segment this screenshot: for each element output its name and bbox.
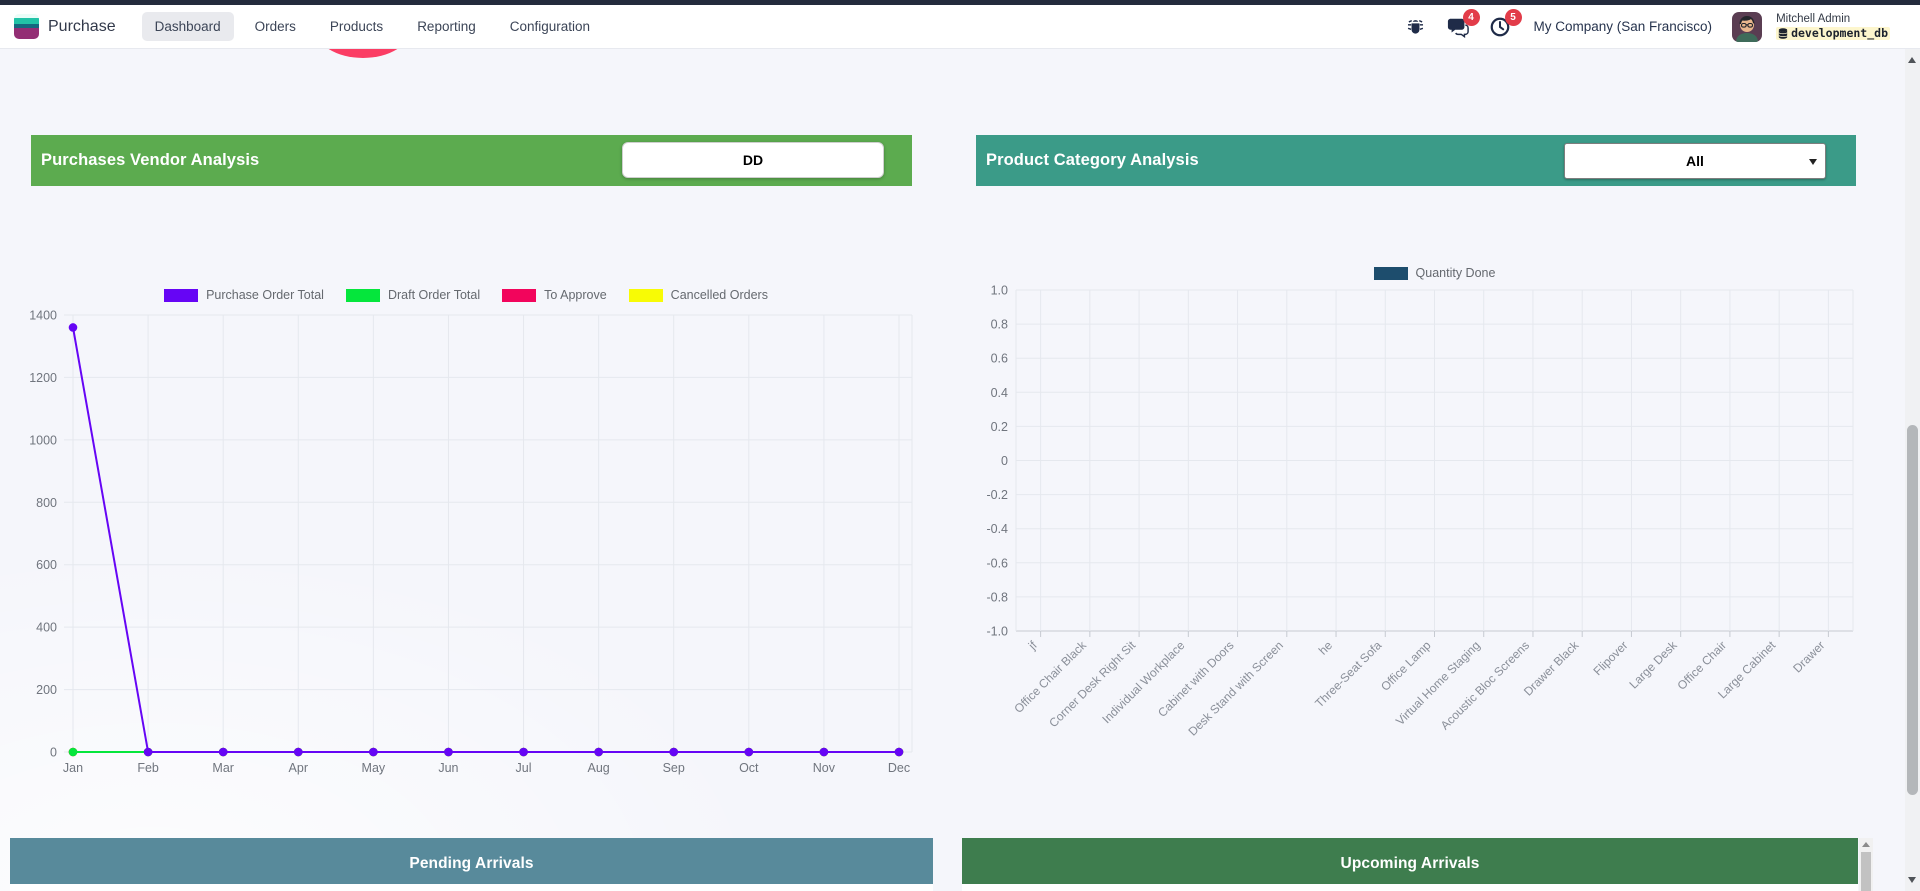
svg-text:Jun: Jun [438,761,458,775]
company-switcher[interactable]: My Company (San Francisco) [1534,19,1713,34]
purchase-app-icon[interactable] [14,14,39,39]
svg-text:800: 800 [36,496,57,510]
vendor-analysis-title: Purchases Vendor Analysis [41,151,259,170]
category-filter-select[interactable]: All [1564,143,1826,179]
svg-text:200: 200 [36,683,57,697]
menu-dashboard[interactable]: Dashboard [142,12,234,41]
svg-text:Desk Stand with Screen: Desk Stand with Screen [1185,638,1285,738]
scrollbar-thumb[interactable] [1907,425,1918,795]
upcoming-arrivals-scrollbar[interactable] [1859,838,1873,891]
svg-text:Corner Desk Right Sit: Corner Desk Right Sit [1046,638,1138,730]
category-analysis-title: Product Category Analysis [986,151,1199,170]
svg-text:Acoustic Bloc Screens: Acoustic Bloc Screens [1438,638,1532,732]
menu-reporting[interactable]: Reporting [404,12,489,41]
activities-clock-icon[interactable]: 5 [1486,13,1514,41]
svg-text:0.4: 0.4 [991,386,1008,400]
pending-arrivals-header: Pending Arrivals [10,838,933,889]
pending-arrivals-title: Pending Arrivals [20,855,923,873]
category-analysis-header: Product Category Analysis All [976,135,1856,186]
category-filter-value: All [1686,153,1704,169]
category-analysis-chart[interactable]: 1.00.80.60.40.20-0.2-0.4-0.6-0.8-1.0jfOf… [960,260,1880,770]
svg-text:Apr: Apr [289,761,308,775]
svg-text:Jul: Jul [516,761,532,775]
svg-text:1200: 1200 [29,371,57,385]
svg-text:Dec: Dec [888,761,910,775]
vendor-analysis-header: Purchases Vendor Analysis DD [31,135,912,186]
svg-text:-0.6: -0.6 [986,556,1008,570]
scrollbar-thumb[interactable] [1861,852,1871,891]
svg-text:Flipover: Flipover [1590,638,1630,678]
svg-text:0.8: 0.8 [991,318,1008,332]
avatar[interactable] [1732,12,1762,42]
messages-icon[interactable]: 4 [1444,13,1472,41]
svg-text:1.0: 1.0 [991,284,1008,298]
svg-text:-1.0: -1.0 [986,625,1008,639]
svg-text:Individual Workplace: Individual Workplace [1099,638,1187,726]
svg-text:Sep: Sep [663,761,685,775]
vendor-filter-button[interactable]: DD [622,142,884,178]
user-name: Mitchell Admin [1776,13,1890,26]
upcoming-arrivals-header: Upcoming Arrivals [962,838,1858,889]
scroll-up-icon[interactable] [1908,57,1916,63]
main-menu: Dashboard Orders Products Reporting Conf… [142,12,603,41]
database-icon [1778,28,1788,39]
svg-text:May: May [362,761,386,775]
vendor-analysis-chart[interactable]: 1400 1200 1000 800 600 400 200 0 Jan Feb Mar Apr May… [20,283,932,783]
messages-badge: 4 [1463,9,1480,26]
svg-text:0.6: 0.6 [991,352,1008,366]
svg-text:1400: 1400 [29,309,57,323]
svg-text:0: 0 [1001,454,1008,468]
database-chip: development_db [1776,27,1890,40]
user-menu[interactable]: Mitchell Admin development_db [1776,13,1890,39]
svg-text:600: 600 [36,558,57,572]
scroll-up-icon[interactable] [1862,842,1870,847]
svg-text:0.2: 0.2 [991,420,1008,434]
navbar-systray: 4 5 My Company (San Francisco) Mitchell … [1402,12,1907,42]
svg-text:Drawer: Drawer [1790,638,1827,675]
svg-text:400: 400 [36,621,57,635]
svg-text:-0.4: -0.4 [986,522,1008,536]
svg-text:-0.8: -0.8 [986,590,1008,604]
upcoming-arrivals-body [962,884,1858,891]
svg-text:jf: jf [1025,638,1040,653]
menu-configuration[interactable]: Configuration [497,12,603,41]
svg-text:Mar: Mar [212,761,234,775]
upcoming-arrivals-title: Upcoming Arrivals [972,855,1848,873]
navbar: Purchase Dashboard Orders Products Repor… [0,5,1920,49]
debug-bug-icon[interactable] [1402,13,1430,41]
scroll-down-icon[interactable] [1908,877,1916,883]
menu-products[interactable]: Products [317,12,396,41]
svg-text:Feb: Feb [137,761,159,775]
partial-chart-arc [315,48,411,59]
menu-orders[interactable]: Orders [242,12,309,41]
chevron-down-icon [1809,159,1817,165]
svg-text:Nov: Nov [813,761,836,775]
svg-text:0: 0 [50,746,57,760]
svg-text:Large Desk: Large Desk [1626,638,1680,692]
svg-text:-0.2: -0.2 [986,488,1008,502]
page-scrollbar[interactable] [1905,49,1920,891]
svg-text:Oct: Oct [739,761,759,775]
app-title: Purchase [48,18,116,36]
database-name: development_db [1791,27,1888,40]
activities-badge: 5 [1505,9,1522,26]
svg-text:Aug: Aug [588,761,610,775]
svg-text:he: he [1316,638,1336,658]
svg-text:1000: 1000 [29,433,57,447]
svg-text:Jan: Jan [63,761,83,775]
svg-text:Virtual Home Staging: Virtual Home Staging [1393,638,1483,728]
pending-arrivals-body [10,884,933,891]
